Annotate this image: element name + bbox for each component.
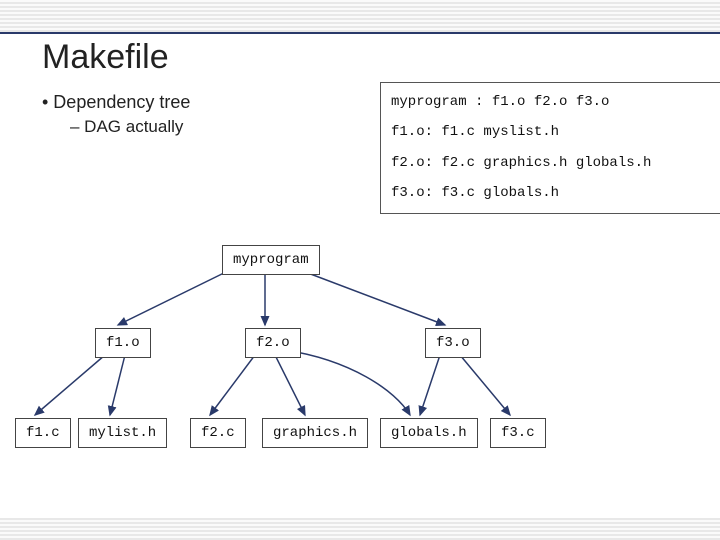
node-f1o: f1.o [95, 328, 151, 358]
node-f2c: f2.c [190, 418, 246, 448]
node-f3o: f3.o [425, 328, 481, 358]
node-graphics: graphics.h [262, 418, 368, 448]
slide: Makefile • Dependency tree – DAG actuall… [0, 0, 720, 540]
code-line-4: f3.o: f3.c globals.h [391, 182, 711, 204]
node-myprogram: myprogram [222, 245, 320, 275]
code-line-1: myprogram : f1.o f2.o f3.o [391, 91, 711, 113]
footer-band [0, 518, 720, 540]
node-f2o: f2.o [245, 328, 301, 358]
header-band [0, 0, 720, 32]
dag-edges [0, 240, 720, 500]
code-line-2: f1.o: f1.c myslist.h [391, 121, 711, 143]
dependency-dag: myprogram f1.o f2.o f3.o f1.c mylist.h f… [0, 240, 720, 500]
bullet-list: • Dependency tree – DAG actually [42, 92, 190, 137]
bullet-2: – DAG actually [70, 117, 190, 137]
page-title: Makefile [42, 38, 169, 77]
bullet-1: • Dependency tree [42, 92, 190, 113]
node-f3c: f3.c [490, 418, 546, 448]
node-globals: globals.h [380, 418, 478, 448]
header-line [0, 32, 720, 34]
node-f1c: f1.c [15, 418, 71, 448]
node-mylist: mylist.h [78, 418, 167, 448]
makefile-code: myprogram : f1.o f2.o f3.o f1.o: f1.c my… [380, 82, 720, 214]
code-line-3: f2.o: f2.c graphics.h globals.h [391, 152, 711, 174]
